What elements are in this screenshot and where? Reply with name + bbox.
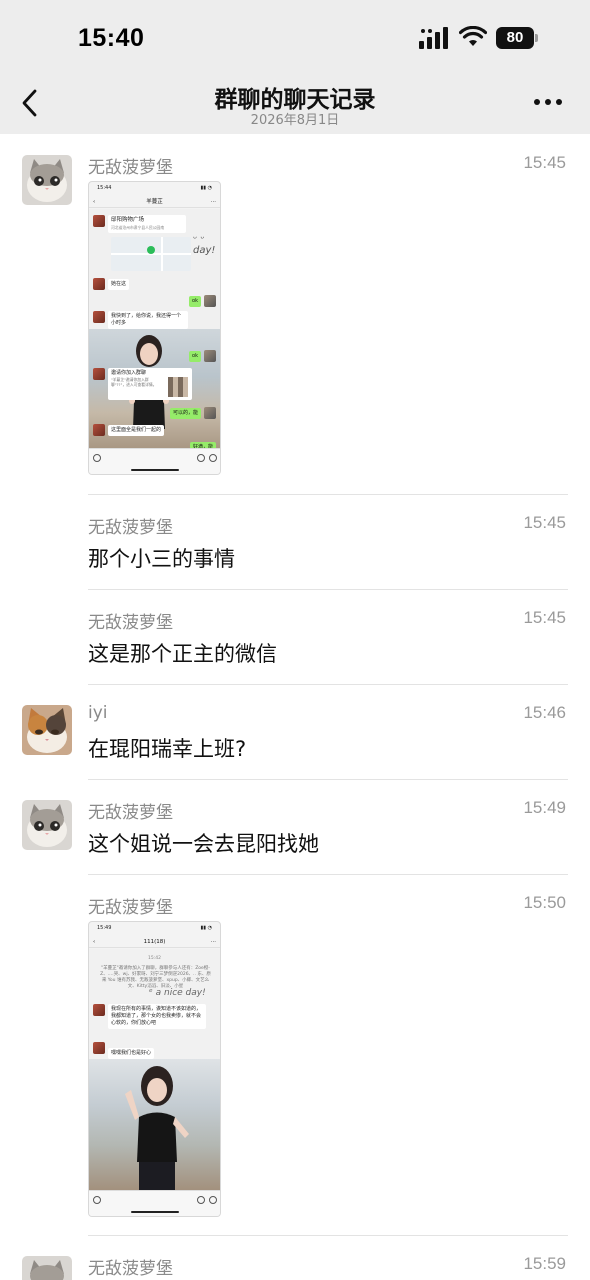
message-time: 15:45 (523, 513, 566, 532)
avatar-cat-orange[interactable] (22, 705, 72, 755)
message-text: 这个姐说一会去昆阳找她 (88, 832, 319, 856)
avatar-cat-gray[interactable] (22, 800, 72, 850)
wifi-icon (459, 26, 487, 46)
thumb-map-preview (111, 237, 191, 271)
message-item: 无敌菠萝堡 15:59 (0, 1235, 590, 1280)
message-item: iyi 15:46 在琨阳瑞幸上班? (0, 684, 590, 780)
thumb-chat-title: 羊蔓芷 (146, 199, 163, 205)
sender-name: 无敌菠萝堡 (88, 158, 173, 178)
screenshot-thumbnail-chat-2[interactable]: 15:49 ▮▮ ◔ ‹ 111(18) ··· 15:42 "羊蔓芷"邀请你加入了群… (88, 921, 221, 1217)
thumb-location-card: 邸阳购物广场 河北省沧州市肃宁县人民公园南 (108, 215, 186, 233)
sender-name: 无敌菠萝堡 (88, 898, 173, 918)
thumb-input-bar (89, 1190, 220, 1216)
sender-name: 无敌菠萝堡 (88, 518, 173, 538)
message-item: 无敌菠萝堡 15:49 这个姐说一会去昆阳找她 (0, 779, 590, 875)
sender-name: iyi (88, 703, 108, 723)
message-item: 无敌菠萝堡 15:50 15:49 ▮▮ ◔ ‹ 111(18) ··· 15:42 … (0, 874, 590, 1236)
message-time: 15:59 (523, 1254, 566, 1273)
page-subtitle-date: 2026年8月1日 (250, 113, 340, 128)
message-text: 那个小三的事情 (88, 547, 235, 571)
thumb-group-invite-card: 邀请你加入群聊 "羊蔓芷"邀请你加入群聊"??"，进入可查看详情。 (108, 368, 192, 400)
top-bar: 15:40 80 群聊的聊天记录 2026年8月1日 (0, 0, 590, 134)
cat-avatar-image (22, 1256, 72, 1280)
thumb-input-bar (89, 448, 220, 474)
battery-icon: 80 (496, 27, 540, 49)
sender-name: 无敌菠萝堡 (88, 613, 173, 633)
message-item: 无敌菠萝堡 15:45 那个小三的事情 (0, 494, 590, 590)
avatar-cat-gray[interactable] (22, 155, 72, 205)
thumb-status-time: 15:44 (97, 185, 112, 191)
more-options-icon[interactable] (534, 99, 564, 107)
thumb-system-message: "羊蔓芷"邀请你加入了群聊，群聊参与人还有：Zoe橙-Z、.…哭、wj、好累呀、… (100, 966, 211, 989)
cat-avatar-image (22, 800, 72, 850)
cellular-signal-icon (419, 27, 448, 49)
avatar-cat-gray[interactable] (22, 1256, 72, 1280)
screenshot-thumbnail-chat-1[interactable]: 15:44 ▮▮ ◔ ‹ 羊蔓芷 ··· 邸阳购物广场 河北省沧州市肃宁县人民公园南 … (88, 181, 221, 475)
sender-name: 无敌菠萝堡 (88, 1259, 173, 1279)
sender-name: 无敌菠萝堡 (88, 803, 173, 823)
message-time: 15:49 (523, 798, 566, 817)
thumb-status-time: 15:49 (97, 925, 112, 931)
message-time: 15:50 (523, 893, 566, 912)
cat-avatar-image (22, 705, 72, 755)
battery-level: 80 (506, 29, 524, 46)
message-time: 15:45 (523, 608, 566, 627)
status-time: 15:40 (78, 24, 145, 52)
cat-avatar-image (22, 155, 72, 205)
message-time: 15:45 (523, 153, 566, 172)
message-time: 15:46 (523, 703, 566, 722)
message-text: 这是那个正主的微信 (88, 642, 277, 666)
thumb-chat-title: 111(18) (143, 939, 166, 945)
thumb-background-photo (125, 1066, 189, 1192)
message-item: 无敌菠萝堡 15:45 这是那个正主的微信 (0, 589, 590, 685)
message-item: 无敌菠萝堡 15:45 15:44 ▮▮ ◔ ‹ 羊蔓芷 ··· 邸阳购物广场 河北省… (0, 134, 590, 495)
message-text: 在琨阳瑞幸上班? (88, 737, 247, 761)
